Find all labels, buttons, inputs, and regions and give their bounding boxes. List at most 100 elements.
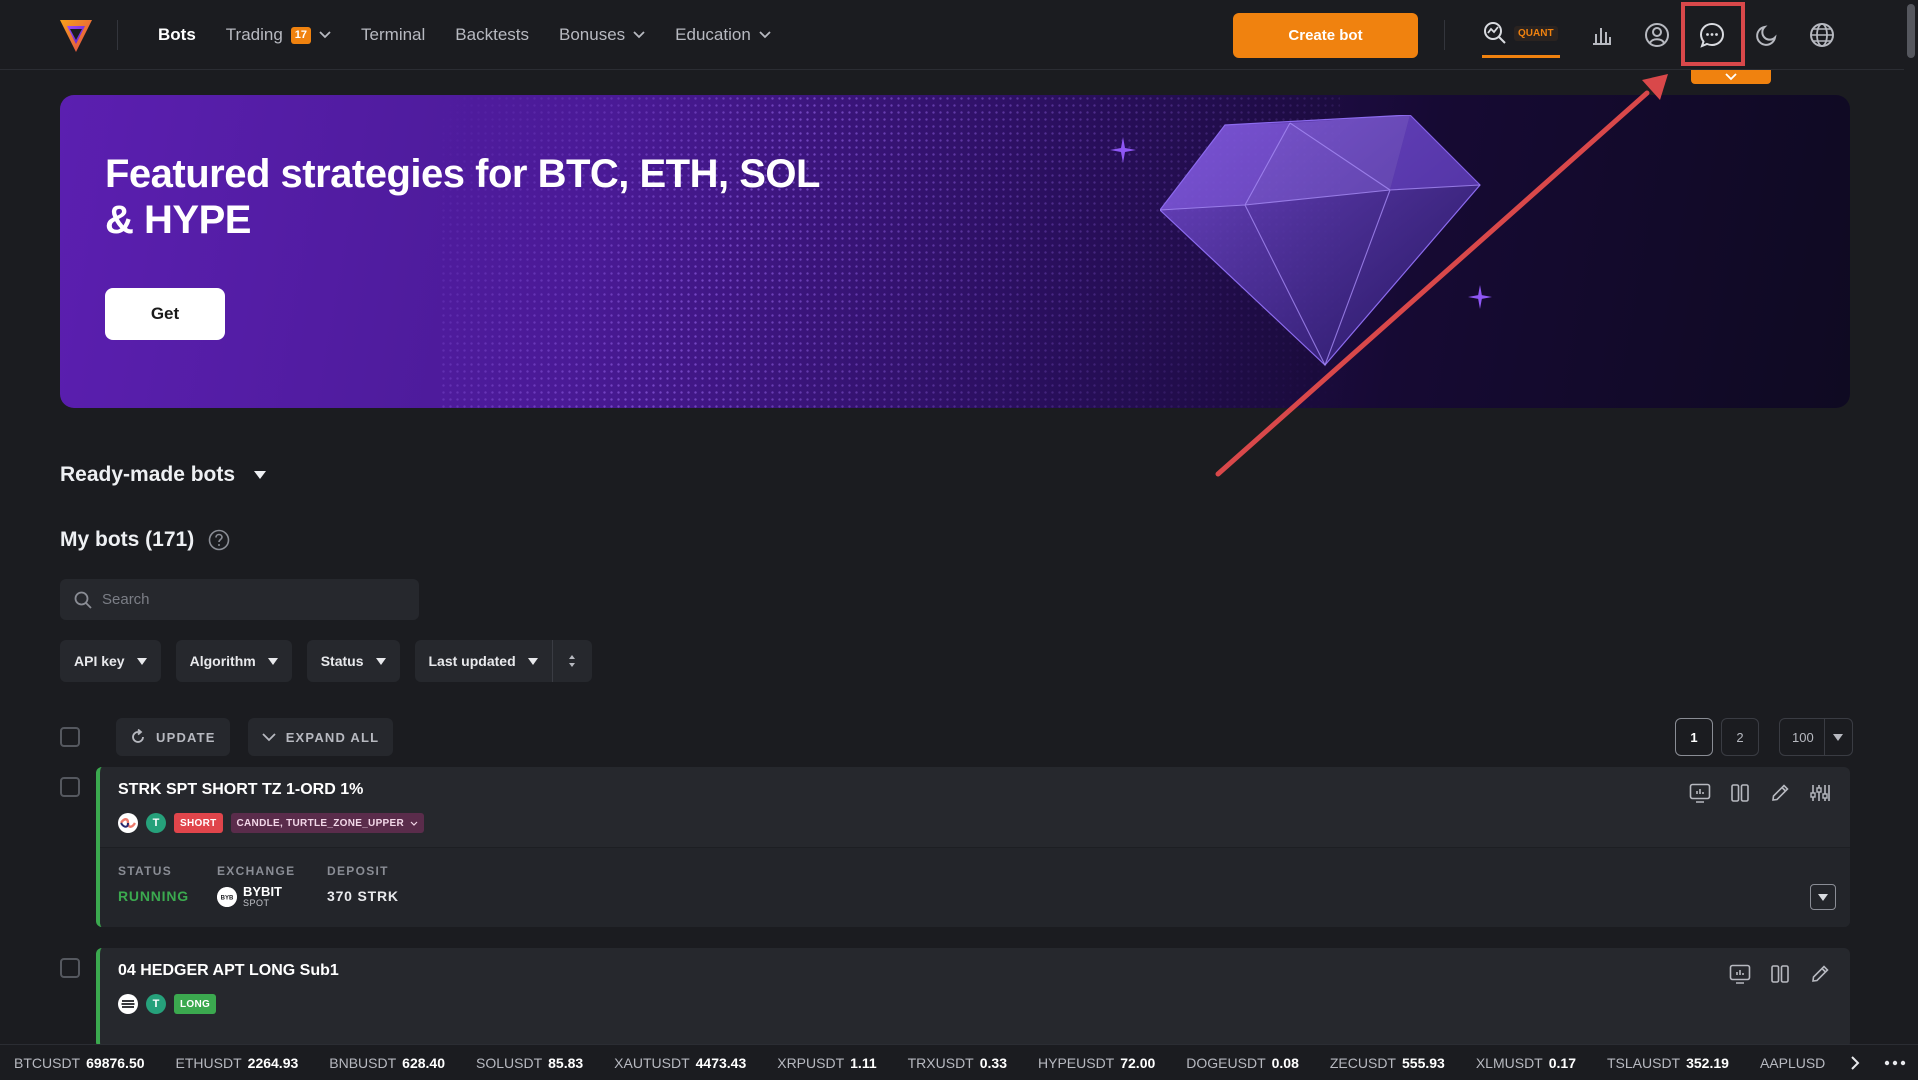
filter-last-updated[interactable]: Last updated — [415, 640, 552, 682]
chart-monitor-icon[interactable] — [1688, 781, 1712, 805]
filter-status[interactable]: Status — [306, 640, 400, 682]
ticker-item[interactable]: HYPEUSDT 72.00 — [1038, 1055, 1155, 1071]
page-2-button[interactable]: 2 — [1721, 718, 1759, 756]
columns-icon[interactable] — [1728, 781, 1752, 805]
search-input[interactable] — [102, 591, 402, 608]
create-bot-button[interactable]: Create bot — [1233, 13, 1418, 58]
filter-algorithm-label: Algorithm — [189, 653, 256, 669]
filter-algorithm[interactable]: Algorithm — [175, 640, 292, 682]
nav-terminal-label: Terminal — [361, 25, 426, 44]
direction-badge: LONG — [174, 994, 217, 1014]
nav-education[interactable]: Education — [660, 0, 786, 70]
refresh-icon — [132, 729, 144, 743]
bot-name: 04 HEDGER APT LONG Sub1 — [118, 962, 339, 979]
sparkle-icon — [1110, 137, 1136, 163]
globe-language-icon[interactable] — [1807, 20, 1837, 50]
tether-coin-icon: T — [146, 994, 166, 1014]
bot-card-header: 04 HEDGER APT LONG Sub1 T LONG — [100, 948, 1850, 1028]
ticker-controls — [1838, 1045, 1918, 1080]
user-account-icon[interactable] — [1642, 20, 1672, 50]
scrollbar-thumb[interactable] — [1907, 4, 1915, 58]
header-collapse-tab[interactable] — [1691, 70, 1771, 84]
ticker-item[interactable]: AAPLUSD — [1760, 1055, 1831, 1071]
ticker-item[interactable]: XLMUSDT 0.17 — [1476, 1055, 1576, 1071]
brand-logo-icon[interactable] — [58, 16, 94, 54]
ticker-price: 85.83 — [548, 1054, 584, 1071]
top-navigation-bar: Bots Trading 17 Terminal Backtests Bonus… — [0, 0, 1918, 70]
chevron-down-icon — [633, 31, 645, 39]
ticker-item[interactable]: XAUTUSDT 4473.43 — [614, 1055, 746, 1071]
ticker-item[interactable]: TSLAUSDT 352.19 — [1607, 1055, 1729, 1071]
sort-direction-button[interactable] — [551, 640, 592, 682]
chat-support-icon[interactable] — [1697, 20, 1727, 50]
more-dots-icon[interactable] — [1884, 1060, 1906, 1066]
caret-down-icon — [267, 657, 278, 665]
moon-theme-icon[interactable] — [1752, 20, 1782, 50]
chart-monitor-icon[interactable] — [1728, 962, 1752, 986]
quant-tab[interactable]: QUANT — [1482, 20, 1560, 58]
caret-down-icon — [375, 657, 386, 665]
expand-bot-button[interactable] — [1810, 884, 1836, 910]
ticker-price: 72.00 — [1120, 1054, 1156, 1071]
svg-text:BYB: BYB — [221, 896, 234, 902]
ticker-price: 555.93 — [1402, 1054, 1445, 1071]
ticker-symbol: BNBUSDT — [329, 1054, 397, 1071]
algorithm-tag[interactable]: CANDLE, TURTLE_ZONE_UPPER — [230, 813, 425, 833]
edit-pencil-icon[interactable] — [1768, 781, 1792, 805]
ticker-price: 0.08 — [1271, 1054, 1299, 1071]
nav-bonuses[interactable]: Bonuses — [544, 0, 660, 70]
ticker-item[interactable]: ZECUSDT 555.93 — [1330, 1055, 1445, 1071]
ticker-price: 69876.50 — [86, 1054, 145, 1071]
bot-card[interactable]: 04 HEDGER APT LONG Sub1 T LONG — [96, 948, 1850, 1048]
nav-terminal[interactable]: Terminal — [346, 0, 440, 70]
per-page-select[interactable]: 100 — [1779, 718, 1853, 756]
bot-row-checkbox[interactable] — [60, 958, 80, 978]
page-1-button[interactable]: 1 — [1675, 718, 1713, 756]
bot-tags: T LONG — [118, 994, 217, 1014]
nav-backtests[interactable]: Backtests — [440, 0, 544, 70]
bot-actions — [1688, 781, 1832, 805]
columns-icon[interactable] — [1768, 962, 1792, 986]
bot-status: STATUS RUNNING — [118, 864, 189, 904]
ticker-item[interactable]: BTCUSDT 69876.50 — [14, 1055, 145, 1071]
bot-actions — [1728, 962, 1832, 986]
bar-chart-icon[interactable] — [1587, 20, 1617, 50]
apt-coin-icon — [118, 994, 138, 1014]
quant-analytics-icon — [1484, 22, 1506, 44]
ticker-item[interactable]: TRXUSDT 0.33 — [908, 1055, 1007, 1071]
page-scrollbar[interactable] — [1904, 0, 1918, 1055]
update-button[interactable]: UPDATE — [116, 718, 230, 756]
filter-bar: API key Algorithm Status Last updated — [60, 640, 592, 682]
caret-down-icon — [527, 657, 538, 665]
featured-strategies-banner[interactable]: Featured strategies for BTC, ETH, SOL & … — [60, 95, 1850, 408]
ticker-item[interactable]: ETHUSDT 2264.93 — [176, 1055, 299, 1071]
filter-api-key[interactable]: API key — [60, 640, 161, 682]
nav-trading[interactable]: Trading 17 — [211, 0, 346, 70]
chevron-down-icon — [759, 31, 771, 39]
ticker-item[interactable]: SOLUSDT 85.83 — [476, 1055, 583, 1071]
ticker-price: 2264.93 — [247, 1054, 299, 1071]
ready-made-bots-label: Ready-made bots — [60, 463, 236, 486]
ticker-item[interactable]: DOGEUSDT 0.08 — [1186, 1055, 1299, 1071]
ticker-item[interactable]: BNBUSDT 628.40 — [329, 1055, 445, 1071]
get-strategies-button[interactable]: Get — [105, 288, 225, 340]
nav-bots[interactable]: Bots — [158, 0, 211, 70]
strk-coin-icon — [118, 813, 138, 833]
ready-made-bots-toggle[interactable]: Ready-made bots — [60, 463, 267, 487]
select-all-checkbox[interactable] — [60, 727, 80, 747]
deposit-value: 370 STRK — [327, 888, 399, 904]
nav-education-label: Education — [675, 25, 751, 44]
edit-pencil-icon[interactable] — [1808, 962, 1832, 986]
settings-sliders-icon[interactable] — [1808, 781, 1832, 805]
algorithm-tag-label: CANDLE, TURTLE_ZONE_UPPER — [236, 817, 405, 829]
main-nav: Bots Trading 17 Terminal Backtests Bonus… — [158, 0, 786, 70]
ticker-symbol: ETHUSDT — [175, 1054, 242, 1071]
ticker-item[interactable]: XRPUSDT 1.11 — [777, 1055, 876, 1071]
expand-all-button[interactable]: EXPAND ALL — [247, 718, 394, 756]
chevron-right-icon[interactable] — [1850, 1056, 1860, 1070]
filter-status-label: Status — [320, 653, 364, 669]
bot-card[interactable]: STRK SPT SHORT TZ 1-ORD 1% T SHORT CANDL… — [96, 767, 1850, 927]
help-circle-icon[interactable] — [208, 529, 230, 551]
ticker-symbol: TSLAUSDT — [1606, 1054, 1681, 1071]
bot-row-checkbox[interactable] — [60, 777, 80, 797]
